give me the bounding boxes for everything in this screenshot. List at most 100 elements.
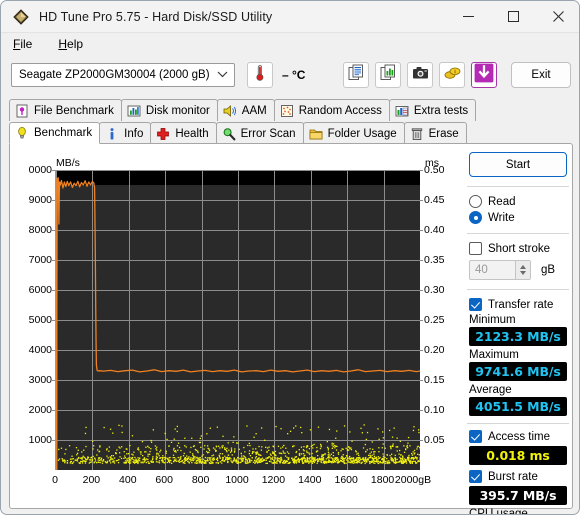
copy-chart-icon (380, 64, 397, 86)
menu-file[interactable]: File (11, 35, 42, 53)
drive-select[interactable]: Seagate ZP2000GM30004 (2000 gB) (11, 63, 235, 87)
tab-benchmark-label: Benchmark (34, 127, 93, 139)
tab-disk-monitor[interactable]: Disk monitor (120, 99, 218, 121)
radio-write-indicator (469, 211, 482, 224)
tab-aam[interactable]: AAM (216, 99, 275, 121)
bar-chart-icon (127, 104, 141, 118)
short-stroke-unit: gB (541, 264, 556, 276)
chart-y2tick-label: 0.35 (424, 254, 445, 266)
chart-xtick-label: 2000gB (394, 474, 432, 486)
average-label: Average (469, 384, 512, 396)
checkbox-short-stroke-label: Short stroke (488, 242, 550, 255)
temperature-button[interactable] (247, 62, 273, 88)
toolbar-buttons: $ Exit (337, 62, 579, 88)
chart-y2tick-label: 0.30 (424, 284, 445, 296)
chart-ytick-label: 1000 (28, 434, 52, 446)
radio-write[interactable]: Write (463, 211, 573, 224)
stepper-up-icon[interactable] (520, 265, 526, 269)
trash-icon (410, 127, 424, 141)
save-download-button[interactable] (471, 62, 497, 88)
maximize-button[interactable] (491, 1, 536, 33)
tab-info-label: Info (124, 127, 144, 140)
window-title: HD Tune Pro 5.75 - Hard Disk/SSD Utility (39, 9, 273, 24)
menu-file-rest: ile (20, 37, 33, 51)
chart-ytick-mark (51, 260, 55, 261)
menu-help[interactable]: Help (56, 35, 93, 53)
camera-icon (412, 65, 429, 85)
benchmark-chart: MB/s ms 1000 2000 3000 4000 5000 6000 7000 8000… (14, 148, 459, 504)
exit-button[interactable]: Exit (511, 62, 571, 88)
menu-help-rest: elp (67, 37, 84, 51)
radio-read[interactable]: Read (463, 195, 573, 208)
window-controls (446, 1, 579, 33)
checkbox-transfer-rate-indicator (469, 298, 482, 311)
chart-y2tick-label: 0.45 (424, 194, 445, 206)
extra-tests-icon (395, 104, 409, 118)
close-button[interactable] (536, 1, 579, 33)
svg-text:$: $ (453, 69, 456, 75)
short-stroke-stepper-row: 40 gB (463, 260, 573, 280)
chart-y2tick-label: 0.25 (424, 314, 445, 326)
chart-y2tick-mark (419, 170, 423, 171)
chart-ytick-mark (51, 380, 55, 381)
checkbox-transfer-rate[interactable]: Transfer rate (463, 298, 573, 311)
short-stroke-value: 40 (475, 264, 488, 276)
folder-icon (309, 127, 323, 141)
tab-file-benchmark[interactable]: File Benchmark (9, 99, 122, 121)
chart-y2tick-label: 0.20 (424, 344, 445, 356)
speaker-icon (223, 104, 237, 118)
checkbox-transfer-rate-label: Transfer rate (488, 298, 554, 311)
chart-y2tick-mark (419, 230, 423, 231)
maximum-value: 9741.6 MB/s (469, 362, 567, 381)
checkbox-access-time-indicator (469, 430, 482, 443)
chart-ytick-mark (51, 410, 55, 411)
menu-bar: File Help (1, 33, 579, 55)
chart-ytick-label: 6000 (28, 284, 52, 296)
start-button[interactable]: Start (469, 152, 567, 177)
tab-extra-tests-label: Extra tests (413, 104, 469, 117)
chart-y2tick-label: 0.15 (424, 374, 445, 386)
short-stroke-stepper[interactable]: 40 (469, 260, 531, 280)
chart-xtick-label: 1200 (261, 474, 286, 486)
tab-extra-tests[interactable]: Extra tests (388, 99, 477, 121)
minimum-value: 2123.3 MB/s (469, 327, 567, 346)
checkbox-burst-rate[interactable]: Burst rate (463, 470, 573, 483)
copy-text-button[interactable] (343, 62, 369, 88)
chart-ytick-label: 8000 (28, 224, 52, 236)
checkbox-access-time[interactable]: Access time (463, 430, 573, 443)
checkbox-short-stroke[interactable]: Short stroke (463, 242, 573, 255)
divider (467, 289, 569, 290)
chart-xtick-label: 1600 (334, 474, 358, 486)
tab-info[interactable]: Info (99, 122, 152, 144)
chart-y-axis-left: 1000 2000 3000 4000 5000 6000 7000 8000 9000 0000 (14, 148, 52, 504)
tab-random-access[interactable]: Random Access (273, 99, 390, 121)
file-benchmark-icon (15, 104, 29, 118)
chart-ytick-label: 4000 (28, 344, 52, 356)
chart-ylabel: MB/s (56, 157, 80, 169)
tab-error-scan[interactable]: Error Scan (215, 122, 304, 144)
chevron-down-icon (214, 70, 230, 81)
stepper-down-icon[interactable] (520, 271, 526, 275)
chart-xtick-label: 1000 (225, 474, 249, 486)
benchmark-panel: MB/s ms 1000 2000 3000 4000 5000 6000 7000 8000… (9, 143, 573, 514)
tab-error-scan-label: Error Scan (240, 127, 296, 140)
chart-xtick-label: 800 (191, 474, 210, 486)
chart-plot-area (55, 170, 422, 470)
tab-health[interactable]: Health (150, 122, 217, 144)
tab-erase-label: Erase (428, 127, 459, 140)
tab-erase[interactable]: Erase (403, 122, 467, 144)
copy-graph-button[interactable] (375, 62, 401, 88)
chart-y2tick-label: 0.40 (424, 224, 445, 236)
tab-folder-usage[interactable]: Folder Usage (302, 122, 405, 144)
stepper-arrows[interactable] (515, 261, 530, 279)
tab-disk-monitor-label: Disk monitor (145, 104, 210, 117)
divider (467, 186, 569, 187)
divider (467, 423, 569, 424)
chart-ytick-mark (51, 440, 55, 441)
tab-folder-usage-label: Folder Usage (327, 127, 397, 140)
donate-button[interactable]: $ (439, 62, 465, 88)
tab-benchmark[interactable]: Benchmark (9, 122, 101, 144)
screenshot-button[interactable] (407, 62, 433, 88)
checkbox-burst-rate-indicator (469, 470, 482, 483)
minimize-button[interactable] (446, 1, 491, 33)
